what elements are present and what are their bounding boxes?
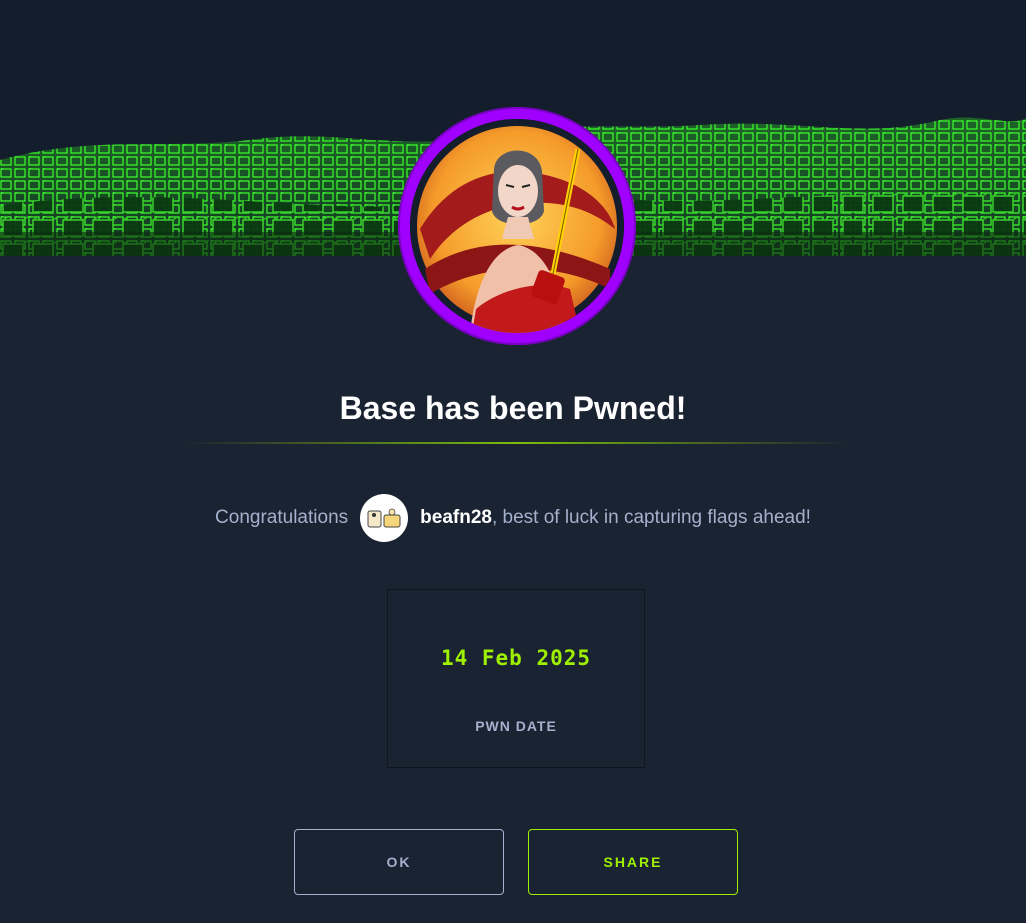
congrats-message: Congratulations beafn28 , best of luck i… [0, 494, 1026, 542]
title-divider [185, 442, 849, 444]
pwn-date-value: 14 Feb 2025 [440, 646, 592, 670]
user-avatar-icon[interactable] [360, 494, 409, 542]
pwn-date-label: PWN DATE [475, 718, 557, 734]
pwn-date-card: 14 Feb 2025 PWN DATE [387, 589, 645, 768]
congrats-prefix: Congratulations [215, 507, 349, 528]
share-button[interactable]: SHARE [528, 829, 738, 895]
ok-button[interactable]: OK [294, 829, 504, 895]
username-link[interactable]: beafn28 [420, 507, 492, 529]
machine-avatar [398, 107, 636, 345]
woman-with-sword-avatar-icon [410, 119, 624, 333]
pwned-modal: Base has been Pwned! Congratulations bea… [0, 0, 1026, 923]
page-title: Base has been Pwned! [339, 390, 687, 426]
congrats-suffix: , best of luck in capturing flags ahead! [491, 507, 811, 528]
